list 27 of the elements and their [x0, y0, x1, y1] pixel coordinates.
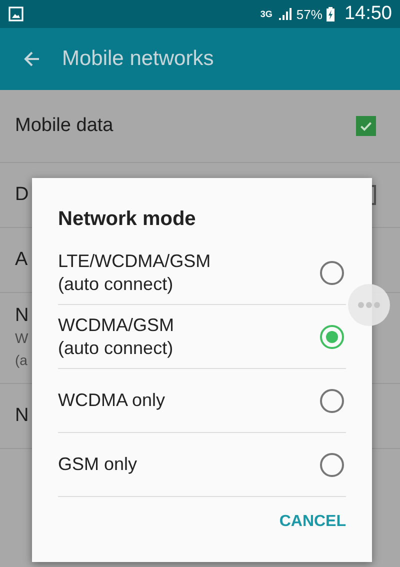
radio-button[interactable]: [320, 324, 344, 348]
setting-title: Mobile data: [15, 115, 114, 137]
battery-icon: [326, 6, 336, 22]
radio-button[interactable]: [320, 452, 344, 476]
radio-option[interactable]: WCDMA/GSM (auto connect): [58, 305, 346, 369]
radio-option[interactable]: GSM only: [58, 433, 346, 497]
radio-button[interactable]: [320, 260, 344, 284]
back-arrow-icon: [22, 49, 42, 69]
setting-title: N: [15, 305, 29, 327]
setting-summary: W: [15, 329, 29, 348]
radio-option[interactable]: WCDMA only: [58, 369, 346, 433]
clock: 14:50: [344, 3, 392, 25]
gallery-icon: [8, 6, 24, 22]
setting-title: N: [15, 405, 29, 427]
setting-title: D: [15, 184, 29, 206]
dialog-title: Network mode: [58, 207, 197, 232]
checkbox[interactable]: [356, 116, 376, 136]
radio-option[interactable]: LTE/WCDMA/GSM (auto connect): [58, 241, 346, 305]
setting-summary: (a: [15, 351, 28, 370]
signal-icon: [278, 7, 292, 21]
floating-menu-button[interactable]: [348, 284, 390, 326]
screen-title: Mobile networks: [62, 47, 214, 71]
battery-level: 57%: [296, 6, 322, 22]
more-icon: [357, 301, 381, 309]
radio-button[interactable]: [320, 388, 344, 412]
setting-title: A: [15, 249, 28, 271]
network-type: 3G: [260, 9, 272, 19]
